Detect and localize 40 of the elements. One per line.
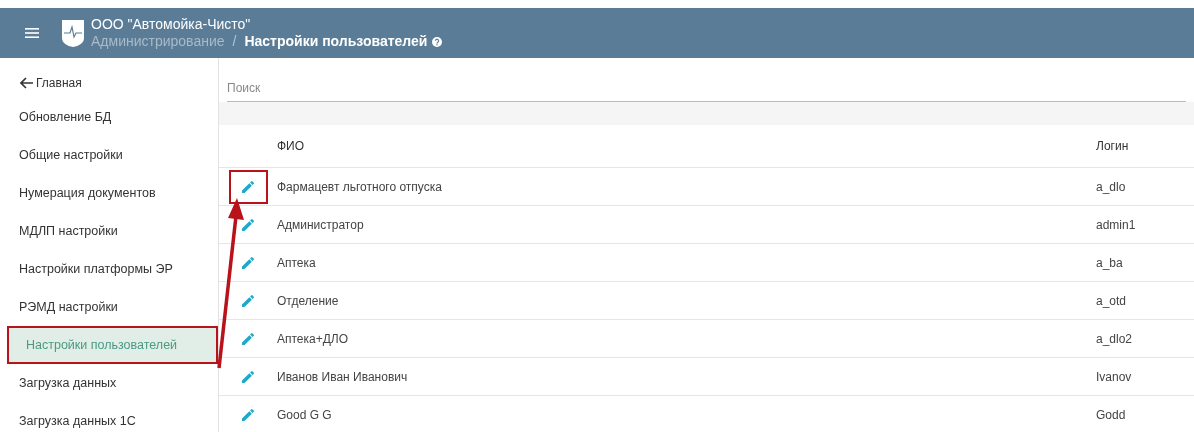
sidebar-item[interactable]: РЭМД настройки [0,288,218,326]
table-cell-text: Иванов Иван Иванович [277,368,409,386]
table-cell-text: Ivanov [1096,368,1133,386]
sidebar-item[interactable]: Загрузка данных [0,364,218,402]
emblem-icon [61,18,85,48]
sidebar-item[interactable]: Обновление БД [0,98,218,136]
help-icon[interactable] [432,36,443,47]
pencil-icon[interactable] [240,178,256,195]
breadcrumb-item: Настройки пользователей [244,33,428,51]
pencil-icon[interactable] [240,254,256,271]
breadcrumb-separator: / [232,33,237,51]
pencil-icon[interactable] [240,216,256,233]
sidebar-item[interactable]: Общие настройки [0,136,218,174]
column-header: Логин [1096,138,1130,155]
edit-button[interactable] [230,171,266,202]
table-cell-text: Аптека+ДЛО [277,330,350,348]
menu-icon[interactable] [25,27,39,39]
arrow-left-icon [20,77,34,89]
organization-name: ООО "Автомойка-Чисто" [91,15,252,33]
table-cell-text: Администратор [277,216,365,234]
sidebar-item[interactable]: Настройки платформы ЭР [0,250,218,288]
table-cell-text: admin1 [1096,216,1137,234]
table-cell-text: a_dlo [1096,178,1127,196]
column-header: ФИО [277,138,306,155]
back-link[interactable]: Главная [20,74,82,92]
pencil-icon[interactable] [240,330,256,347]
table-cell-text: Good G G [277,406,333,424]
pencil-icon[interactable] [240,368,256,385]
sidebar-item[interactable]: Загрузка данных 1С [0,402,218,432]
table-cell-text: Фармацевт льготного отпуска [277,178,443,196]
table-cell-text: a_dlo2 [1096,330,1134,348]
table-cell-text: Godd [1096,406,1127,424]
sidebar-item[interactable]: МДЛП настройки [0,212,218,250]
table-cell-text: Отделение [277,292,340,310]
table-cell-text: a_ba [1096,254,1124,272]
table-cell-text: a_otd [1096,292,1128,310]
pencil-icon[interactable] [240,406,256,423]
table-cell-text: Аптека [277,254,317,272]
pencil-icon[interactable] [240,292,256,309]
sidebar-item[interactable]: Нумерация документов [0,174,218,212]
